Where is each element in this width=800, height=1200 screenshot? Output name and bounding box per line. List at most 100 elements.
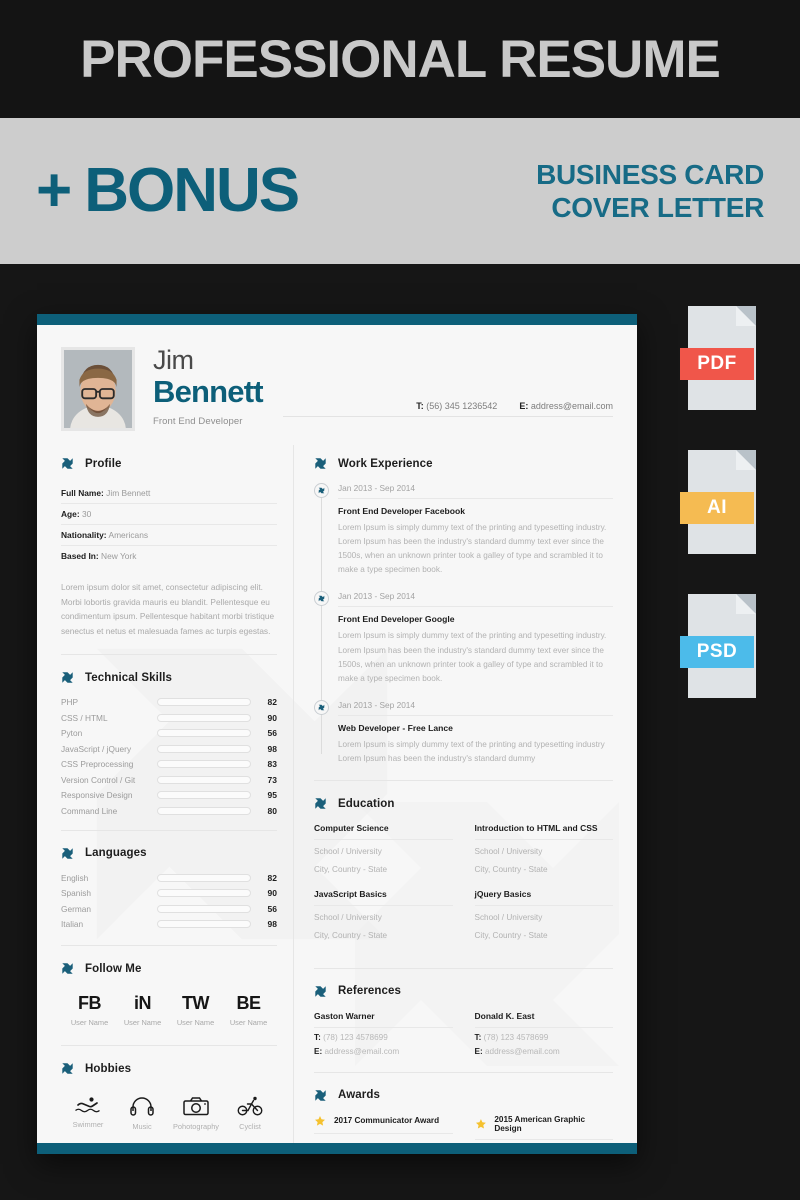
divider xyxy=(61,1045,277,1047)
section-title-profile: Profile xyxy=(85,457,122,470)
section-header-references: References xyxy=(314,985,613,998)
social-tag: iN xyxy=(134,993,152,1014)
cross-icon xyxy=(61,1062,74,1075)
promo-title: PROFESSIONAL RESUME xyxy=(80,29,721,89)
divider xyxy=(61,945,277,947)
skill-row: CSS / HTML 90 xyxy=(61,713,277,723)
resume-bottom-accent-bar xyxy=(37,1143,637,1154)
education-school: School / University xyxy=(474,847,543,857)
social-link-twitter[interactable]: TW User Name xyxy=(169,994,222,1027)
phone-label: T: xyxy=(314,1032,321,1042)
skill-bar-track xyxy=(157,791,251,800)
profile-row: Full Name: Jim Bennett xyxy=(61,483,277,504)
profile-row: Age: 30 xyxy=(61,504,277,525)
divider xyxy=(314,967,613,969)
skill-name: Version Control / Git xyxy=(61,774,136,785)
skill-name: CSS Preprocessing xyxy=(61,759,134,770)
profile-label: Age: xyxy=(61,509,80,519)
divider xyxy=(314,1071,613,1073)
social-link-linkedin[interactable]: iN User Name xyxy=(116,994,169,1027)
social-link-behance[interactable]: BE User Name xyxy=(222,994,275,1027)
email-label: E: xyxy=(474,1046,483,1056)
bonus-item-business-card: BUSINESS CARD xyxy=(536,158,764,190)
language-name: Italian xyxy=(61,919,84,930)
education-school: School / University xyxy=(314,847,382,857)
education-location: City, Country - State xyxy=(314,865,388,875)
education-location: City, Country - State xyxy=(474,931,548,941)
education-item: Introduction to HTML and CSS School / Un… xyxy=(474,823,613,876)
education-item: Computer Science School / University Cit… xyxy=(314,823,453,876)
profile-label: Based In: xyxy=(61,551,99,561)
cross-icon xyxy=(61,457,74,470)
skill-name: Command Line xyxy=(61,805,118,816)
work-description: Lorem Ipsum is simply dummy text of the … xyxy=(338,523,607,575)
education-title: JavaScript Basics xyxy=(314,889,453,907)
cross-icon xyxy=(61,847,74,860)
education-location: City, Country - State xyxy=(314,931,388,941)
divider xyxy=(61,654,277,656)
language-value: 90 xyxy=(267,888,277,899)
work-dates: Jan 2013 - Sep 2014 xyxy=(338,591,613,608)
profile-value: Jim Bennett xyxy=(106,488,151,498)
work-experience-item: Jan 2013 - Sep 2014 Front End Developer … xyxy=(314,591,613,685)
language-value: 98 xyxy=(267,919,277,930)
star-icon xyxy=(315,1115,325,1126)
skill-name: JavaScript / jQuery xyxy=(61,743,132,754)
reference-name: Donald K. East xyxy=(474,1011,613,1028)
section-header-hobbies: Hobbies xyxy=(61,1062,277,1075)
skill-bar-track xyxy=(157,713,251,722)
language-bar-track xyxy=(157,904,251,913)
promo-header-bar: PROFESSIONAL RESUME xyxy=(0,0,800,118)
promo-bonus-items: BUSINESS CARD COVER LETTER xyxy=(536,158,764,224)
work-role: Web Developer - Free Lance xyxy=(338,722,453,733)
education-row: JavaScript Basics School / University Ci… xyxy=(314,889,613,955)
section-title-references: References xyxy=(338,985,402,998)
social-link-facebook[interactable]: FB User Name xyxy=(63,994,116,1027)
resume-card: Jim Bennett Front End Developer T: (56) … xyxy=(37,314,637,1154)
skill-row: Command Line 80 xyxy=(61,806,277,816)
phone-value: (78) 123 4578699 xyxy=(323,1032,388,1042)
section-header-education: Education xyxy=(314,797,613,810)
bonus-label: BONUS xyxy=(84,156,300,225)
first-name: Jim xyxy=(153,345,194,375)
avatar xyxy=(61,347,135,431)
hobby-music: Music xyxy=(115,1096,169,1131)
language-name: Spanish xyxy=(61,888,91,899)
phone-info: T: (56) 345 1236542 xyxy=(416,401,497,411)
skill-bar-track xyxy=(157,698,251,707)
social-username: User Name xyxy=(229,1018,268,1028)
hobby-label: Pohotography xyxy=(172,1122,220,1132)
phone-label: T: xyxy=(416,401,424,411)
skill-value: 98 xyxy=(267,743,277,754)
file-type-label-ai: AI xyxy=(680,492,754,524)
language-row: Italian 98 xyxy=(61,919,277,929)
file-badge-ai: AI xyxy=(680,450,766,560)
bonus-item-cover-letter: COVER LETTER xyxy=(551,192,764,223)
divider xyxy=(61,829,277,831)
reference-phone: T: (78) 123 4578699 xyxy=(314,1033,453,1042)
profile-row: Based In: New York xyxy=(61,546,277,566)
section-title-hobbies: Hobbies xyxy=(85,1062,132,1075)
social-links: FB User Name iN User Name TW User Name B… xyxy=(61,988,277,1027)
education-row: Computer Science School / University Cit… xyxy=(314,823,613,889)
skill-row: JavaScript / jQuery 98 xyxy=(61,744,277,754)
promo-bonus-text: + BONUS xyxy=(36,160,300,222)
cross-icon xyxy=(61,671,74,684)
social-username: User Name xyxy=(70,1018,109,1028)
cross-icon xyxy=(61,962,74,975)
phone-value: (56) 345 1236542 xyxy=(426,401,498,411)
work-experience-item: Jan 2013 - Sep 2014 Front End Developer … xyxy=(314,483,613,577)
resume-body: Profile Full Name: Jim Bennett Age: 30 N… xyxy=(61,441,613,1154)
skill-value: 80 xyxy=(267,805,277,816)
education-school: School / University xyxy=(314,913,382,923)
headphones-icon xyxy=(130,1097,154,1116)
skill-value: 95 xyxy=(267,790,277,801)
reference-email: E: address@email.com xyxy=(314,1047,453,1056)
skill-bar-track xyxy=(157,744,251,753)
references-row: Gaston Warner T: (78) 123 4578699 E: add… xyxy=(314,1011,613,1056)
profile-label: Nationality: xyxy=(61,530,107,540)
language-name: German xyxy=(61,903,91,914)
social-username: User Name xyxy=(123,1018,162,1028)
file-format-badges: PDF AI PSD xyxy=(680,306,766,738)
file-type-label-pdf: PDF xyxy=(680,348,754,380)
